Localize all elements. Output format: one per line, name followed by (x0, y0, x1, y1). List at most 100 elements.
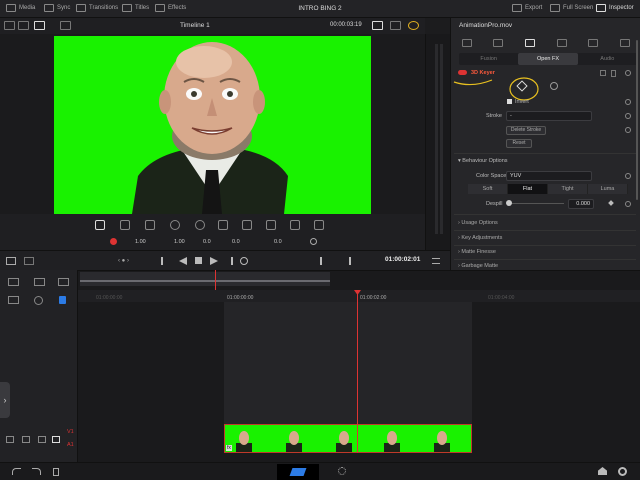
effect-reset-icon[interactable] (625, 70, 631, 76)
top-bar: Media Sync Transitions Titles Effects IN… (0, 0, 640, 18)
reset-button[interactable]: Reset (506, 139, 532, 148)
reset-icon[interactable] (310, 238, 317, 245)
color-space-dropdown[interactable]: YUV (506, 171, 592, 181)
project-title: INTRO BING 2 (298, 5, 342, 12)
playhead[interactable] (357, 290, 358, 453)
clip-thumbnail (236, 431, 252, 452)
play-icon[interactable] (210, 257, 218, 265)
color-space-reset-icon[interactable] (625, 173, 631, 179)
zoom-icon[interactable] (58, 278, 69, 286)
track-lock-icon[interactable] (6, 436, 14, 443)
speaker-icon[interactable] (38, 436, 46, 443)
invert-checkbox[interactable] (507, 99, 512, 104)
undo-icon[interactable] (12, 468, 21, 475)
tab-fusion[interactable]: Fusion (459, 53, 518, 65)
mode-flat[interactable]: Flat (508, 184, 548, 194)
crop-icon[interactable] (120, 220, 130, 230)
track-settings-icon[interactable] (8, 278, 19, 286)
transition-icon[interactable] (556, 39, 567, 47)
expand-icon[interactable] (390, 21, 401, 30)
delete-stroke-reset-icon[interactable] (625, 127, 631, 133)
grid-icon[interactable] (18, 21, 29, 30)
edit-page-icon[interactable] (338, 467, 346, 475)
step-back-icon[interactable] (179, 257, 187, 265)
file-icon[interactable] (620, 39, 631, 47)
color-wheel-icon[interactable] (408, 21, 419, 30)
stroke-reset-icon[interactable] (625, 113, 631, 119)
export-button[interactable]: Export (512, 4, 542, 12)
mini-timeline[interactable] (80, 272, 330, 286)
track-visibility-icon[interactable] (22, 436, 30, 443)
snap-icon[interactable] (59, 296, 66, 304)
loop-icon[interactable] (240, 257, 248, 265)
transform-icon[interactable] (95, 220, 105, 230)
edit-mode-icon[interactable] (24, 257, 34, 265)
video-clip[interactable]: fx (224, 424, 472, 453)
video-icon[interactable] (461, 39, 472, 47)
magic-wand-icon[interactable] (525, 39, 536, 47)
go-to-end-icon[interactable] (224, 257, 233, 265)
key-adjustments-header[interactable]: › Key Adjustments (458, 235, 502, 241)
pick-icon[interactable] (550, 82, 558, 90)
gear-icon[interactable] (618, 467, 627, 476)
delete-icon[interactable] (53, 468, 59, 476)
clip-thumbnail (336, 431, 352, 452)
jog-control[interactable]: ‹ ● › (118, 258, 138, 264)
stop-icon[interactable] (195, 257, 202, 264)
tab-open-fx[interactable]: Open FX (518, 53, 578, 65)
timeline-name[interactable]: Timeline 1 (180, 22, 210, 29)
invert-reset-icon[interactable] (625, 99, 631, 105)
music-note-icon[interactable] (493, 39, 504, 47)
audio-icon[interactable] (290, 220, 300, 230)
monitor-track-icon[interactable] (52, 436, 60, 443)
inspector-category-tabs (451, 34, 640, 52)
garbage-matte-header[interactable]: › Garbage Matte (458, 263, 498, 269)
viewer-tools: 1.00 1.00 0.0 0.0 0.0 (0, 214, 425, 250)
composite-icon[interactable] (170, 220, 180, 230)
despill-value[interactable]: 0.000 (568, 199, 594, 209)
inspector-scrollbar[interactable] (636, 40, 638, 200)
lens-icon[interactable] (242, 220, 252, 230)
smart-reframe-icon[interactable] (266, 220, 276, 230)
mode-soft[interactable]: Soft (468, 184, 508, 194)
behaviour-options-header[interactable]: ▾ Behaviour Options (458, 158, 508, 164)
delete-stroke-button[interactable]: Delete Stroke (506, 126, 546, 135)
home-icon[interactable] (598, 467, 607, 475)
matte-finesse-header[interactable]: › Matte Finesse (458, 249, 496, 255)
link-icon[interactable] (8, 296, 19, 304)
inspector-button[interactable]: Inspector (596, 4, 634, 12)
fullscreen-button[interactable]: Full Screen (550, 4, 593, 12)
viewer[interactable] (0, 34, 425, 214)
next-edit-icon[interactable] (343, 257, 351, 265)
go-to-start-icon[interactable] (161, 257, 170, 265)
timeline-view-icon[interactable] (6, 257, 16, 265)
mode-luma[interactable]: Luma (588, 184, 628, 194)
dynamic-zoom-icon[interactable] (145, 220, 155, 230)
stroke-dropdown[interactable]: - (506, 111, 592, 121)
track-options-icon[interactable] (34, 278, 45, 286)
collapse-handle[interactable]: › (0, 382, 10, 418)
layout-icon[interactable] (4, 21, 15, 30)
despill-slider-track[interactable] (508, 203, 564, 204)
despill-reset-icon[interactable] (625, 201, 631, 207)
despill-slider-knob[interactable] (506, 200, 512, 206)
menu-icon[interactable] (432, 258, 440, 264)
cut-page-tab[interactable] (277, 464, 319, 480)
redo-icon[interactable] (32, 468, 41, 475)
mode-tight[interactable]: Tight (548, 184, 588, 194)
stroke-label: Stroke (486, 113, 502, 119)
viewer-timecode: 00:00:03:19 (330, 22, 362, 28)
voice-icon[interactable] (314, 220, 324, 230)
image-icon[interactable] (588, 39, 599, 47)
prev-edit-icon[interactable] (320, 257, 328, 265)
usage-options-header[interactable]: › Usage Options (458, 220, 498, 226)
monitor-icon[interactable] (372, 21, 383, 30)
list-icon[interactable] (60, 21, 71, 30)
speed-icon[interactable] (195, 220, 205, 230)
record-dot-icon[interactable] (110, 238, 117, 245)
preview-icon[interactable] (34, 21, 45, 30)
scissors-icon[interactable] (34, 296, 43, 305)
stabilize-icon[interactable] (218, 220, 228, 230)
tab-audio[interactable]: Audio (578, 53, 637, 65)
mini-playhead[interactable] (215, 270, 216, 290)
